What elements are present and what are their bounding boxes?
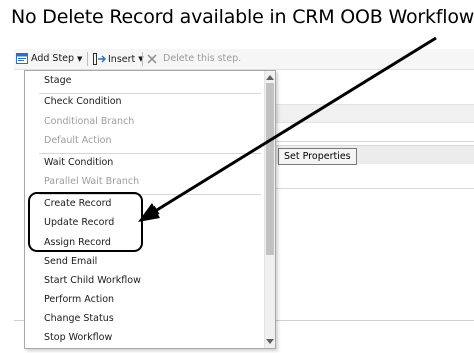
chevron-down-icon: ▼ bbox=[77, 54, 83, 63]
menu-item-send-email[interactable]: Send Email bbox=[25, 254, 262, 270]
set-properties-button[interactable]: Set Properties bbox=[278, 148, 357, 165]
add-step-icon bbox=[16, 53, 28, 64]
annotation-title: No Delete Record available in CRM OOB Wo… bbox=[11, 6, 474, 28]
menu-scrollbar[interactable] bbox=[264, 71, 275, 348]
add-step-button[interactable]: Add Step ▼ bbox=[16, 53, 82, 64]
designer-toolbar: Add Step ▼ Insert ▼ Delete this step. bbox=[14, 49, 474, 70]
insert-label: Insert bbox=[108, 53, 136, 65]
menu-item-perform-action[interactable]: Perform Action bbox=[25, 292, 262, 308]
scroll-down-icon[interactable] bbox=[266, 339, 274, 344]
menu-item-stage[interactable]: Stage bbox=[25, 73, 262, 89]
menu-item-conditional-branch[interactable]: Conditional Branch bbox=[25, 114, 262, 130]
step-row bbox=[272, 175, 474, 189]
menu-item-check-condition[interactable]: Check Condition bbox=[25, 94, 262, 110]
annotation-highlight-box bbox=[28, 192, 143, 252]
step-row bbox=[272, 104, 474, 123]
insert-button[interactable]: Insert ▼ bbox=[93, 53, 144, 65]
menu-item-wait-condition[interactable]: Wait Condition bbox=[25, 155, 262, 171]
menu-item-default-action[interactable]: Default Action bbox=[25, 133, 262, 149]
scroll-up-icon[interactable] bbox=[266, 75, 274, 80]
menu-item-stop-workflow[interactable]: Stop Workflow bbox=[25, 330, 262, 346]
close-icon bbox=[147, 53, 157, 64]
delete-step-label: Delete this step. bbox=[163, 53, 242, 64]
menu-item-change-status[interactable]: Change Status bbox=[25, 311, 262, 327]
toolbar-divider bbox=[142, 52, 143, 66]
menu-divider bbox=[39, 153, 261, 154]
menu-item-parallel-wait-branch[interactable]: Parallel Wait Branch bbox=[25, 174, 262, 190]
step-row bbox=[272, 126, 474, 142]
add-step-label: Add Step bbox=[31, 53, 75, 64]
menu-item-start-child-workflow[interactable]: Start Child Workflow bbox=[25, 273, 262, 289]
delete-step-button[interactable]: Delete this step. bbox=[147, 53, 241, 64]
scrollbar-thumb[interactable] bbox=[266, 83, 274, 255]
insert-icon bbox=[93, 53, 106, 65]
toolbar-divider bbox=[87, 52, 88, 66]
